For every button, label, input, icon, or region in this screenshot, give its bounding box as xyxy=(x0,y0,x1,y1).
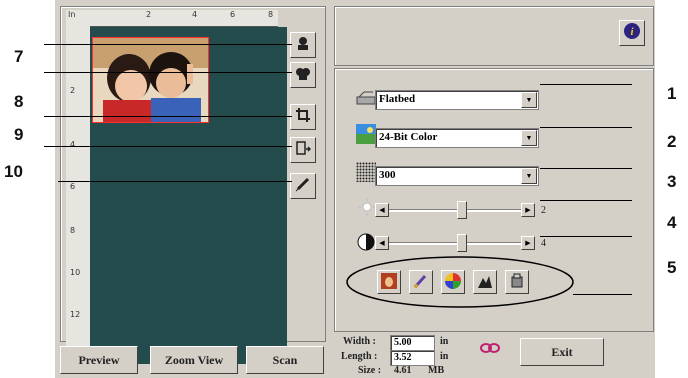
size-label: Size : xyxy=(358,365,382,376)
ruler-left-tick: 4 xyxy=(70,140,76,149)
color-mode-value: 24-Bit Color xyxy=(379,131,438,143)
callout-line xyxy=(540,168,632,169)
ruler-left-tick: 2 xyxy=(70,86,76,95)
length-label: Length : xyxy=(341,351,378,362)
source-value: Flatbed xyxy=(379,93,416,105)
ruler-top-tick: In xyxy=(68,10,76,19)
crop-icon xyxy=(295,107,311,127)
size-unit: MB xyxy=(428,365,445,376)
ruler-top-tick: 8 xyxy=(268,10,274,19)
ruler-top-tick: 4 xyxy=(192,10,198,19)
callout-line xyxy=(58,181,292,182)
chevron-down-icon[interactable]: ▼ xyxy=(521,168,537,184)
preview-button[interactable]: Preview xyxy=(60,346,138,374)
magnifier-icon xyxy=(295,65,311,85)
multi-crop-icon xyxy=(295,140,312,160)
top-ruler xyxy=(66,10,278,27)
link-icon xyxy=(480,339,500,358)
slider-thumb[interactable] xyxy=(457,234,467,252)
ruler-top-tick: 6 xyxy=(230,10,236,19)
ruler-left-tick: 12 xyxy=(70,310,81,319)
zoom-view-button[interactable]: Zoom View xyxy=(150,346,238,374)
brightness-slider[interactable]: ◀ ▶ xyxy=(375,201,535,219)
slider-left-arrow[interactable]: ◀ xyxy=(375,203,389,217)
scanner-icon xyxy=(356,88,376,108)
color-mode-icon xyxy=(356,124,376,144)
callout-number-4: 4 xyxy=(667,213,677,232)
slider-left-arrow[interactable]: ◀ xyxy=(375,236,389,250)
pen-button[interactable] xyxy=(290,173,316,199)
callout-line xyxy=(44,44,292,45)
pen-icon xyxy=(295,176,311,196)
callout-number-9: 9 xyxy=(14,125,24,144)
ruler-left-tick: 10 xyxy=(70,268,81,277)
slider-right-arrow[interactable]: ▶ xyxy=(521,203,535,217)
callout-number-8: 8 xyxy=(14,92,24,111)
callout-number-7: 7 xyxy=(14,47,24,66)
width-unit: in xyxy=(440,336,449,347)
contrast-slider[interactable]: ◀ ▶ xyxy=(375,234,535,252)
multi-crop-button[interactable] xyxy=(290,137,316,163)
callout-line xyxy=(540,127,632,128)
link-dimensions-button[interactable] xyxy=(479,338,501,358)
width-input[interactable]: 5.00 xyxy=(390,335,435,351)
info-icon: i xyxy=(623,22,641,44)
callout-number-3: 3 xyxy=(667,172,677,191)
callout-line xyxy=(540,236,632,237)
callout-line xyxy=(44,72,292,73)
color-mode-select[interactable]: 24-Bit Color ▼ xyxy=(375,128,539,148)
callout-number-1: 1 xyxy=(667,84,677,103)
resolution-icon xyxy=(356,162,376,182)
contrast-icon xyxy=(357,233,377,253)
function-buttons-highlight xyxy=(346,256,574,308)
contrast-value: 4 xyxy=(541,238,546,249)
length-input[interactable]: 3.52 xyxy=(390,350,435,366)
ruler-left-tick: 8 xyxy=(70,226,76,235)
slider-track[interactable] xyxy=(389,209,521,212)
source-select[interactable]: Flatbed ▼ xyxy=(375,90,539,110)
callout-line xyxy=(573,294,632,295)
exit-button[interactable]: Exit xyxy=(520,338,604,366)
length-unit: in xyxy=(440,351,449,362)
crop-button[interactable] xyxy=(290,104,316,130)
info-button[interactable]: i xyxy=(619,20,645,46)
callout-line xyxy=(540,84,632,85)
auto-preview-icon xyxy=(295,35,311,55)
callout-line xyxy=(44,116,292,117)
callout-number-2: 2 xyxy=(667,132,677,151)
slider-thumb[interactable] xyxy=(457,201,467,219)
header-panel xyxy=(334,6,654,66)
callout-number-5: 5 xyxy=(667,258,677,277)
magnifier-button[interactable] xyxy=(290,62,316,88)
ruler-left-tick: 6 xyxy=(70,182,76,191)
width-label: Width : xyxy=(343,336,376,347)
slider-right-arrow[interactable]: ▶ xyxy=(521,236,535,250)
callout-number-10: 10 xyxy=(4,162,23,181)
chevron-down-icon[interactable]: ▼ xyxy=(521,92,537,108)
scan-button[interactable]: Scan xyxy=(246,346,324,374)
slider-track[interactable] xyxy=(389,242,521,245)
size-value: 4.61 xyxy=(394,365,412,376)
resolution-value: 300 xyxy=(379,169,396,181)
brightness-value: 2 xyxy=(541,205,546,216)
auto-preview-button[interactable] xyxy=(290,32,316,58)
preview-image[interactable] xyxy=(92,37,209,123)
callout-line xyxy=(540,200,632,201)
callout-line xyxy=(44,146,292,147)
resolution-select[interactable]: 300 ▼ xyxy=(375,166,539,186)
chevron-down-icon[interactable]: ▼ xyxy=(521,130,537,146)
ruler-top-tick: 2 xyxy=(146,10,152,19)
